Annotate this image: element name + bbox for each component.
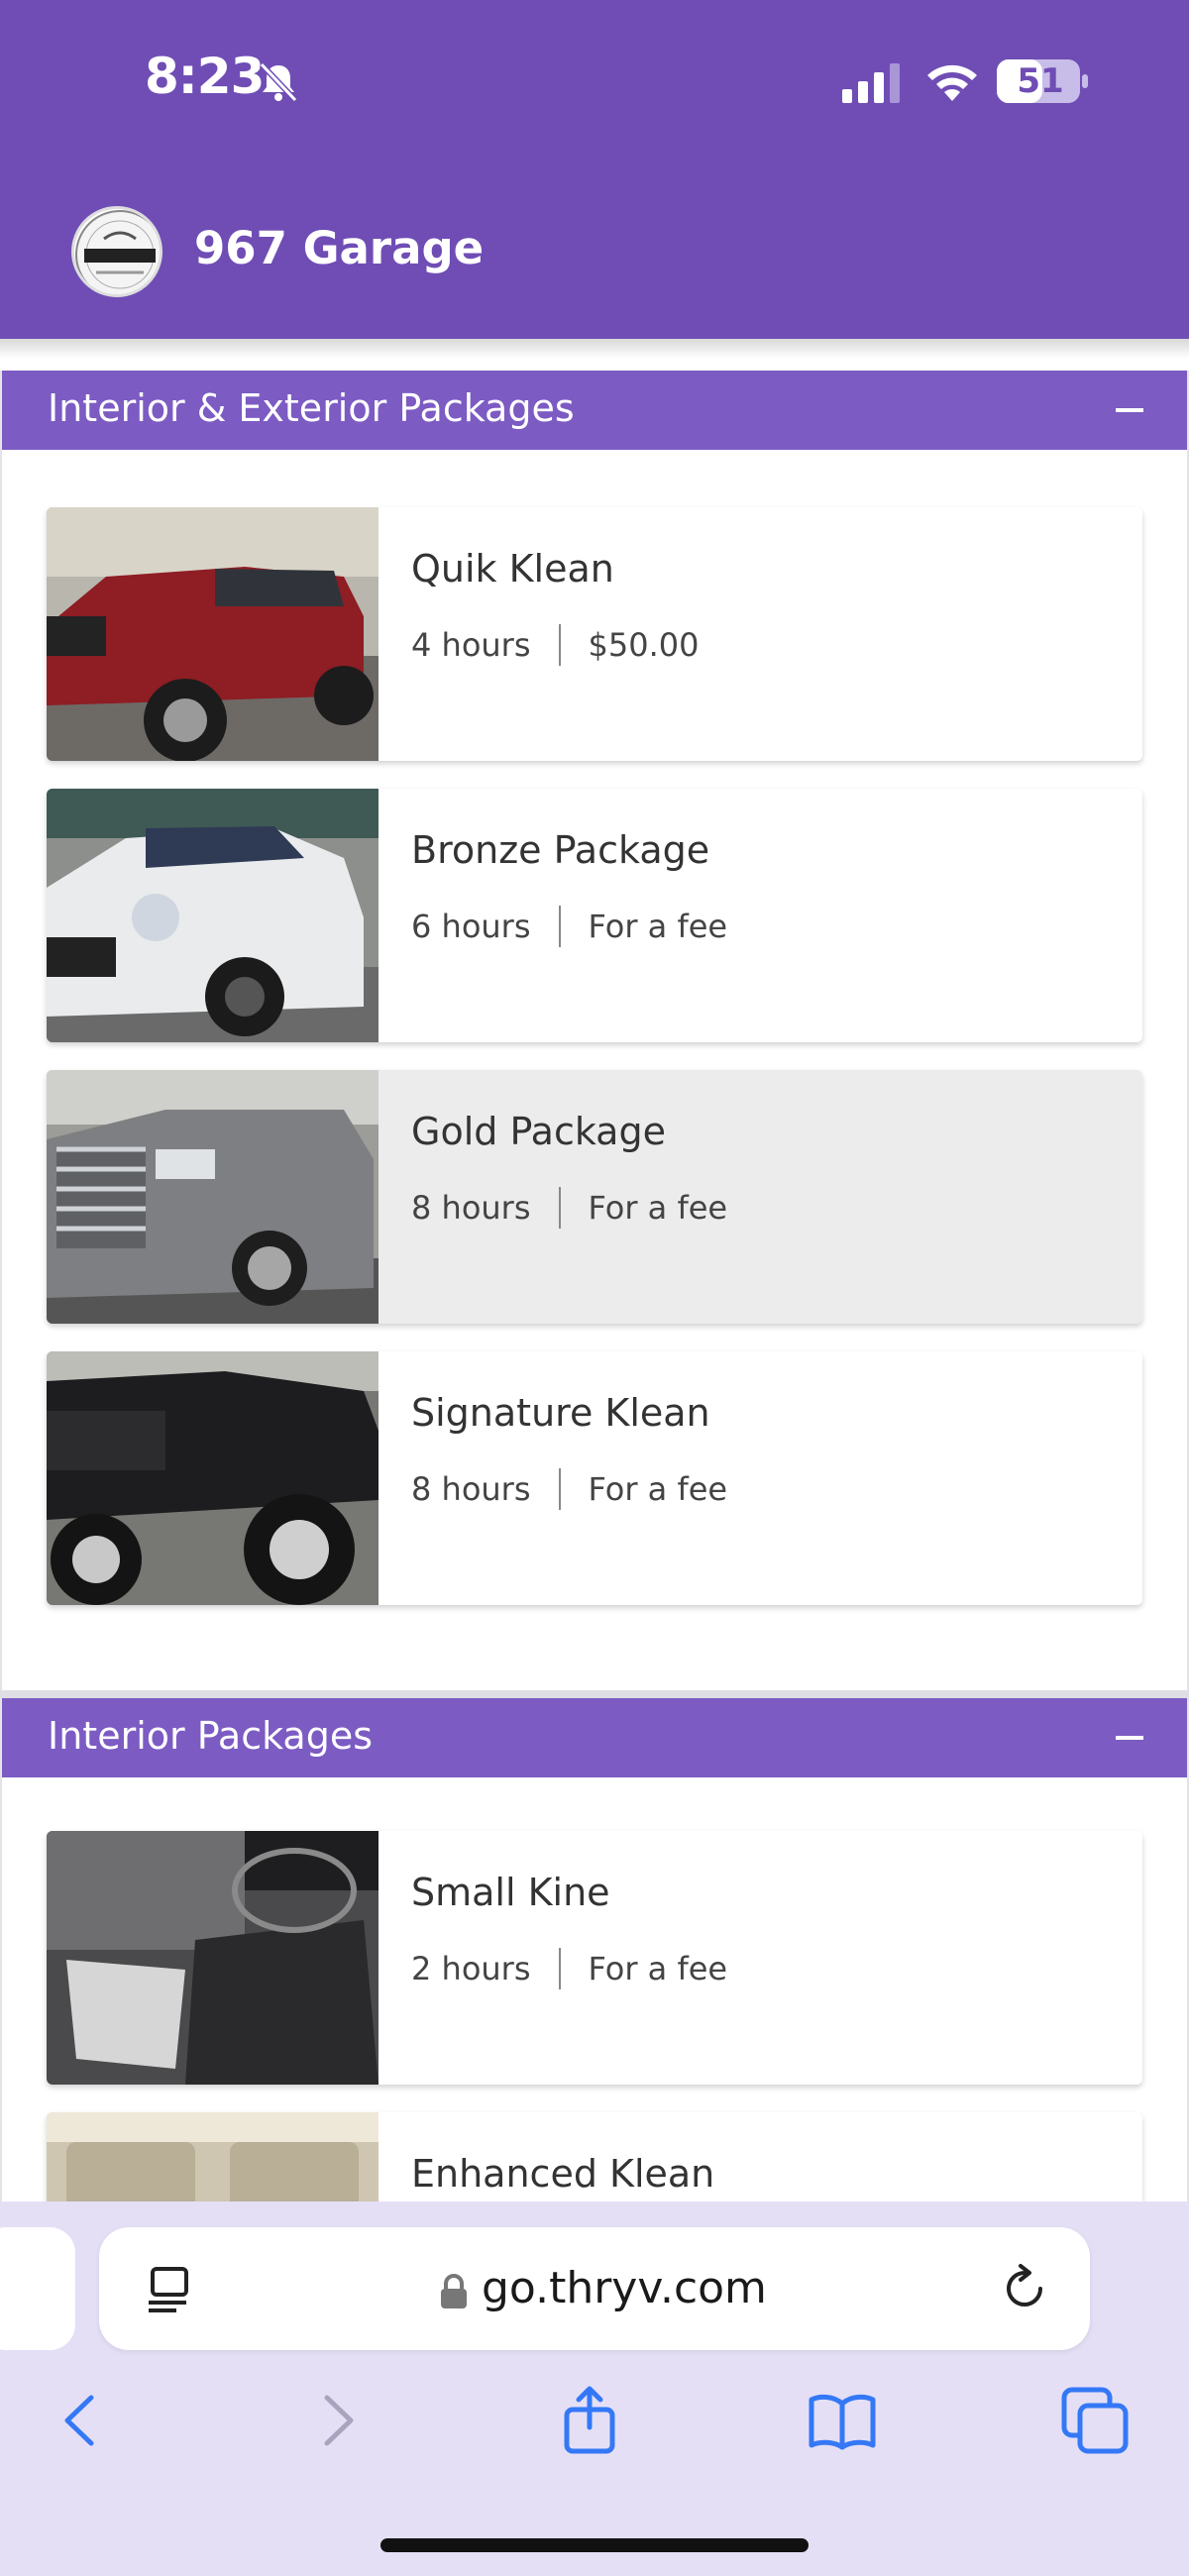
brand-logo[interactable] [71,206,162,297]
back-icon[interactable] [46,2386,115,2455]
reload-icon[interactable] [999,2263,1050,2314]
collapse-icon[interactable] [1116,1736,1143,1740]
forward-icon[interactable] [303,2386,373,2455]
service-card-bronze-package[interactable]: Bronze Package 6 hours For a fee [47,789,1142,1042]
card-title: Bronze Package [411,828,710,872]
silver-suv-image [47,1070,378,1324]
section-title: Interior Packages [48,1714,374,1758]
status-time: 8:23 [145,48,265,105]
card-price: For a fee [588,908,728,945]
section-title: Interior & Exterior Packages [48,386,575,430]
card-title: Small Kine [411,1871,610,1914]
service-card-small-kine[interactable]: Small Kine 2 hours For a fee [47,1831,1142,2085]
service-card-gold-package[interactable]: Gold Package 8 hours For a fee [47,1070,1142,1324]
service-card-signature-klean[interactable]: Signature Klean 8 hours For a fee [47,1351,1142,1605]
card-title: Signature Klean [411,1391,710,1435]
service-card-enhanced-klean[interactable]: Enhanced Klean [47,2112,1142,2201]
service-card-quik-klean[interactable]: Quik Klean 4 hours $50.00 [47,507,1142,761]
card-duration: 6 hours [411,908,531,945]
signal-icon [842,63,900,103]
meta-divider [558,1468,561,1510]
address-bar[interactable]: go.thryv.com [99,2227,1090,2350]
collapse-icon[interactable] [1116,408,1143,412]
home-indicator [380,2538,809,2552]
meta-divider [558,906,561,947]
services-list: Interior & Exterior Packages Quik Klean … [0,339,1189,2201]
card-price: For a fee [588,1189,728,1227]
battery-level: 51 [1017,61,1064,101]
card-duration: 4 hours [411,626,531,664]
card-title: Enhanced Klean [411,2152,715,2196]
card-duration: 8 hours [411,1189,531,1227]
red-pickup-truck-image [47,507,378,761]
meta-divider [558,1948,561,1989]
black-lifted-truck-image [47,1351,378,1605]
section-separator [0,1690,1189,1698]
reader-icon[interactable] [147,2265,192,2314]
brand-name[interactable]: 967 Garage [194,222,484,274]
card-price: $50.00 [588,626,700,664]
section-header-interior-exterior[interactable]: Interior & Exterior Packages [2,371,1187,450]
car-interior-seats-image [47,1831,378,2085]
card-title: Gold Package [411,1110,666,1153]
tabs-icon[interactable] [1060,2386,1130,2455]
car-interior-rear-image [47,2112,378,2201]
meta-divider [558,624,561,666]
card-price: For a fee [588,1950,728,1987]
scroll-shadow [0,339,1189,359]
card-price: For a fee [588,1470,728,1508]
meta-divider [558,1187,561,1229]
browser-toolbar: go.thryv.com [0,2201,1189,2576]
section-border [0,371,2,1724]
card-duration: 2 hours [411,1950,531,1987]
url-text: go.thryv.com [482,2263,767,2313]
bookmarks-icon[interactable] [808,2386,877,2455]
white-mini-cooper-image [47,789,378,1042]
lock-icon [441,2274,467,2308]
card-meta: 8 hours For a fee [411,1187,727,1229]
previous-tab[interactable] [0,2227,75,2350]
bell-slash-icon [259,61,298,103]
card-duration: 8 hours [411,1470,531,1508]
app-header: 8:23 51 967 Garage [0,0,1189,339]
card-meta: 4 hours $50.00 [411,624,699,666]
card-meta: 2 hours For a fee [411,1948,727,1989]
wifi-icon [927,64,977,101]
card-meta: 6 hours For a fee [411,906,727,947]
card-meta: 8 hours For a fee [411,1468,727,1510]
section-header-interior[interactable]: Interior Packages [2,1698,1187,1777]
share-icon[interactable] [555,2386,624,2455]
card-title: Quik Klean [411,547,614,590]
